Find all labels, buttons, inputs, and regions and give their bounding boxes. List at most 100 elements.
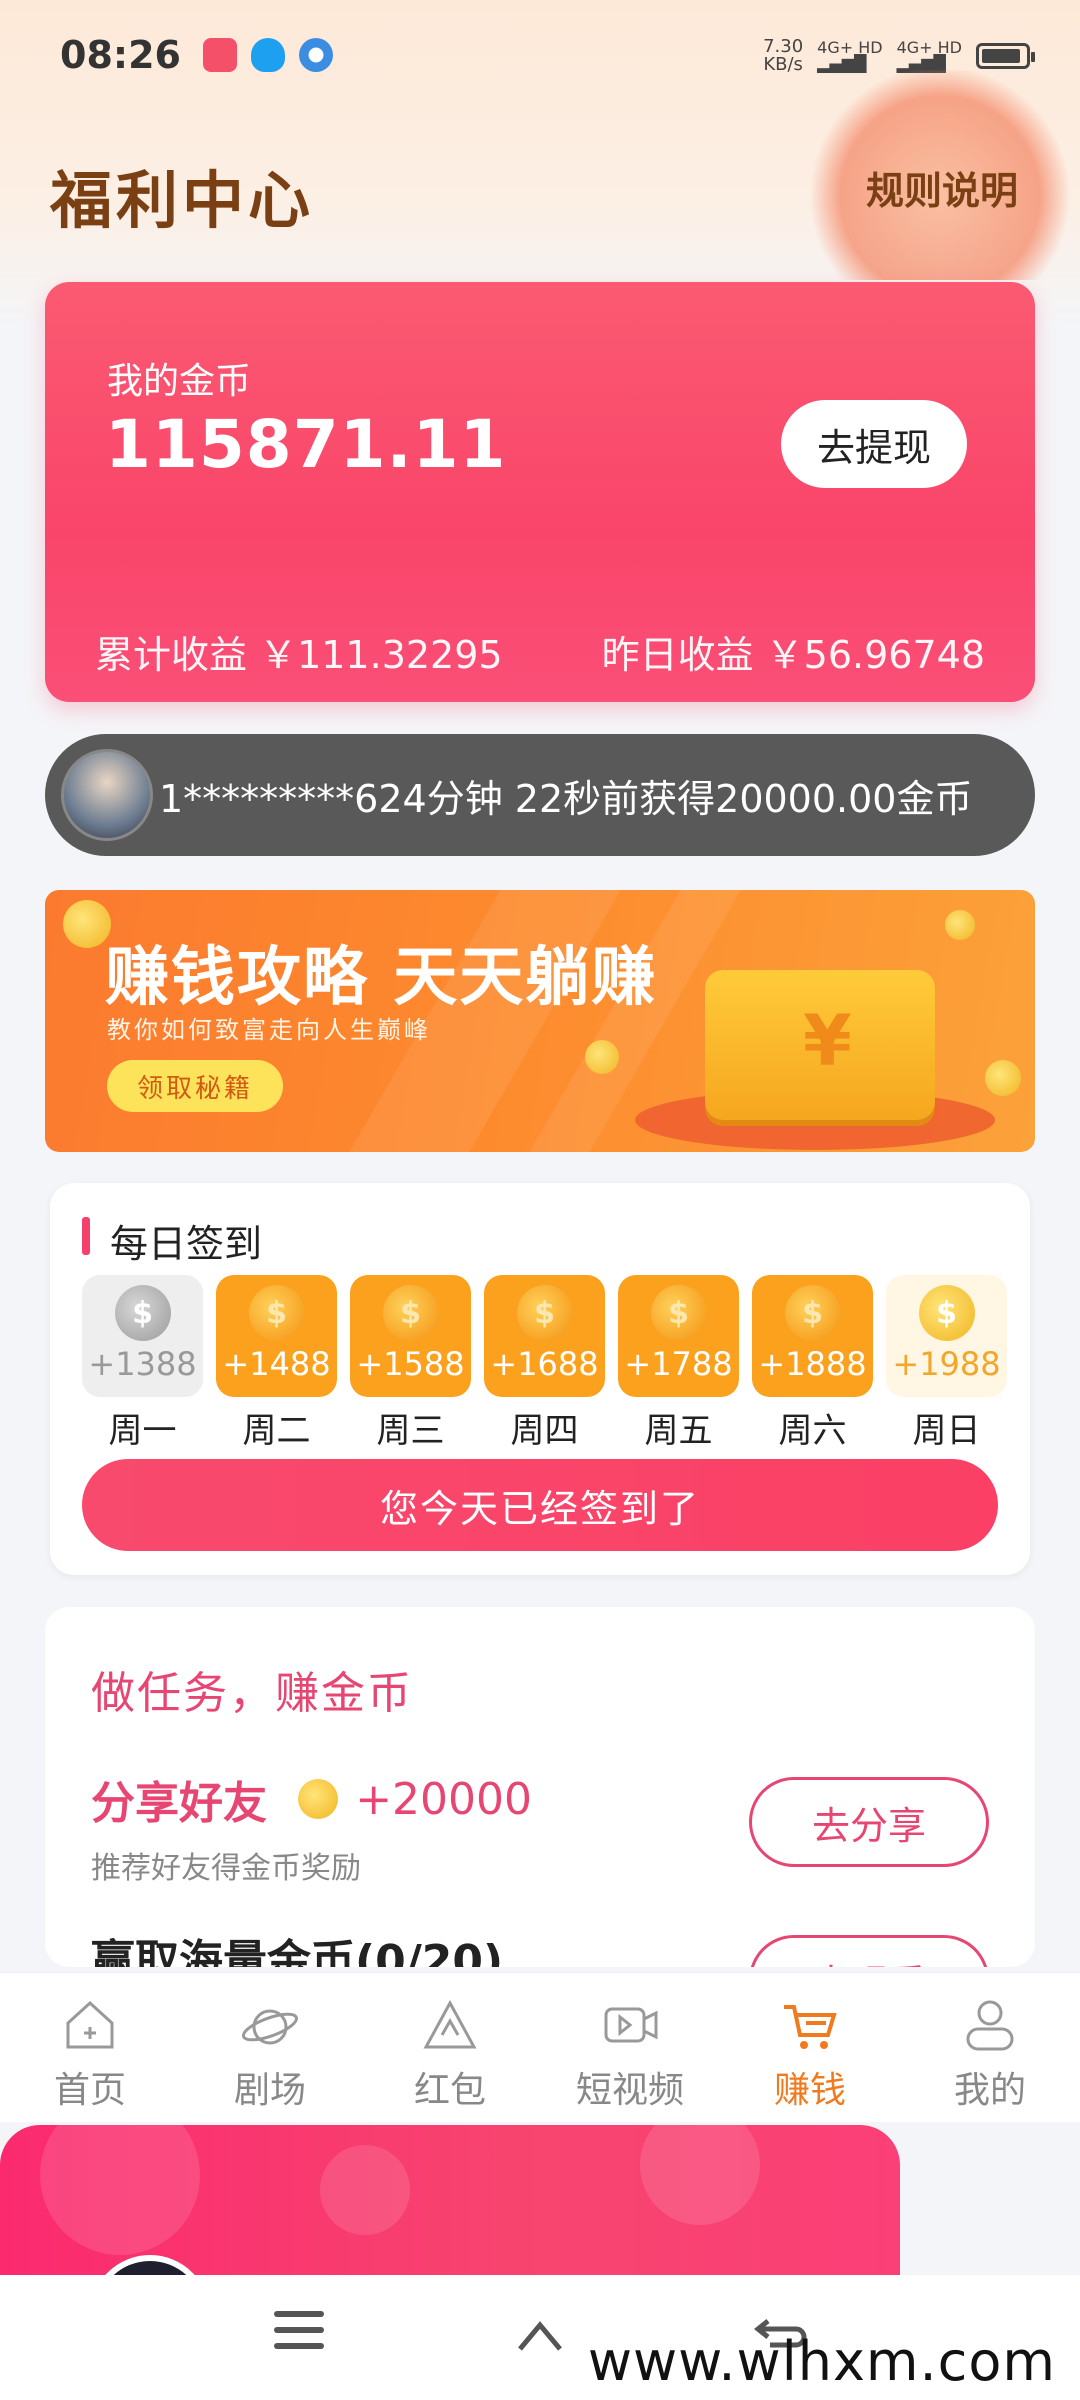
coin-icon: $: [114, 1285, 171, 1341]
earnings-ticker: 1*********624分钟 22秒前获得20000.00金币: [45, 734, 1035, 856]
withdraw-button[interactable]: 去提现: [781, 400, 967, 488]
coin-icon: [945, 910, 975, 940]
yen-symbol: ¥: [803, 1000, 852, 1082]
signal-2-label: 4G+ HD: [896, 38, 962, 57]
signal-1-icon: 4G+ HD ▂▄▆█: [817, 38, 883, 73]
net-speed: 7.30 KB/s: [763, 38, 803, 74]
avatar: [61, 749, 153, 841]
checkin-day[interactable]: $ +1788 周五: [618, 1275, 739, 1452]
checkin-day[interactable]: $ +1988 周日: [886, 1275, 1007, 1452]
tab-label: 我的: [953, 2070, 1026, 2111]
tab-theater[interactable]: 剧场: [180, 1973, 360, 2122]
tab-earn[interactable]: 赚钱: [720, 1973, 900, 2122]
coin-icon: $: [382, 1285, 439, 1341]
checkin-days: $ +1388 周一 $ +1488 周二 $ +1588 周三 $ +1688: [82, 1275, 1007, 1452]
checkin-button[interactable]: 您今天已经签到了: [82, 1459, 998, 1551]
day-box: $ +1588: [350, 1275, 471, 1397]
task-share-description: 推荐好友得金币奖励: [91, 1851, 361, 1886]
task-heading: 做任务，赚金币: [91, 1668, 413, 1719]
net-speed-unit: KB/s: [763, 54, 803, 75]
bottom-tab-bar: 首页 剧场 红包 短视频 赚钱 我的: [0, 1972, 1080, 2122]
watermark: www.wlhxm.com: [587, 2330, 1056, 2393]
day-box: $ +1388: [82, 1275, 203, 1397]
signal-1-label: 4G+ HD: [817, 38, 883, 57]
wallet-icon: ¥: [705, 970, 935, 1120]
day-amount: +1588: [356, 1345, 465, 1383]
task-share-name: 分享好友: [91, 1778, 267, 1829]
day-box: $ +1488: [216, 1275, 337, 1397]
popup-text: 广扬逻达: [285, 2259, 525, 2275]
coin-label: 我的金币: [107, 361, 252, 402]
theater-icon: [242, 2009, 298, 2045]
tab-red-packet[interactable]: 红包: [360, 1973, 540, 2122]
day-name: 周一: [108, 1411, 177, 1451]
banner-subtitle: 教你如何致富走向人生巅峰: [107, 1016, 431, 1044]
rules-link[interactable]: 规则说明: [866, 160, 1018, 215]
task-share-reward: +20000: [355, 1773, 533, 1825]
coin-icon: $: [516, 1285, 573, 1341]
coin-icon: $: [248, 1285, 305, 1341]
banner-button[interactable]: 领取秘籍: [107, 1060, 283, 1112]
coin-icon: [985, 1060, 1021, 1096]
day-amount: +1988: [892, 1345, 1001, 1383]
checkin-title: 每日签到: [82, 1213, 262, 1268]
coin-icon: $: [918, 1285, 975, 1341]
status-time: 08:26: [60, 33, 181, 77]
daily-checkin-card: 每日签到 $ +1388 周一 $ +1488 周二 $ +1588 周三 $: [50, 1183, 1030, 1575]
day-name: 周日: [912, 1411, 981, 1451]
signal-2-icon: 4G+ HD ▂▄▆█: [896, 38, 962, 73]
checkin-day[interactable]: $ +1488 周二: [216, 1275, 337, 1452]
menu-icon[interactable]: [274, 2311, 324, 2359]
tab-label: 短视频: [575, 2070, 684, 2111]
coin-icon: [63, 900, 111, 948]
checkin-day[interactable]: $ +1888 周六: [752, 1275, 873, 1452]
page-title: 福利中心: [50, 164, 315, 237]
checkin-day[interactable]: $ +1388 周一: [82, 1275, 203, 1452]
coin-balance-card: 我的金币 115871.11 去提现 累计收益 ￥111.32295 昨日收益 …: [45, 282, 1035, 702]
day-name: 周三: [376, 1411, 445, 1451]
day-box: $ +1888: [752, 1275, 873, 1397]
home-icon: [66, 2000, 114, 2049]
share-button[interactable]: 去分享: [749, 1777, 989, 1867]
coin-icon: $: [784, 1285, 841, 1341]
tab-home[interactable]: 首页: [0, 1973, 180, 2122]
day-box: $ +1788: [618, 1275, 739, 1397]
banner-title: 赚钱攻略 天天躺赚: [105, 941, 658, 1015]
day-name: 周二: [242, 1411, 311, 1451]
coin-value: 115871.11: [105, 406, 507, 483]
red-packet-icon: [423, 1999, 477, 2049]
checkin-day[interactable]: $ +1588 周三: [350, 1275, 471, 1452]
tab-label: 剧场: [233, 2070, 306, 2111]
checkin-day[interactable]: $ +1688 周四: [484, 1275, 605, 1452]
day-name: 周五: [644, 1411, 713, 1451]
short-video-icon: [604, 2007, 658, 2043]
app-notification-icon: [202, 38, 237, 72]
home-nav-icon[interactable]: [510, 2315, 570, 2355]
tab-label: 红包: [413, 2070, 486, 2111]
tab-label: 首页: [53, 2070, 126, 2111]
tab-profile[interactable]: 我的: [900, 1973, 1080, 2122]
tab-label: 赚钱: [773, 2070, 846, 2111]
day-amount: +1688: [490, 1345, 599, 1383]
avatar: [90, 2255, 210, 2275]
popup-bubble: [640, 2125, 760, 2225]
yesterday-earnings: 昨日收益 ￥56.96748: [601, 633, 985, 677]
earnings-row: 累计收益 ￥111.32295 昨日收益 ￥56.96748: [95, 624, 985, 679]
total-earnings: 累计收益 ￥111.32295: [95, 633, 503, 677]
qq-notification-icon: [250, 38, 285, 72]
watch-button[interactable]: 去观看: [749, 1935, 989, 1967]
clover-notification-icon: [298, 38, 333, 72]
status-indicators: 7.30 KB/s 4G+ HD ▂▄▆█ 4G+ HD ▂▄▆█: [763, 38, 1035, 74]
popup-bubble: [320, 2145, 410, 2235]
profile-icon: [966, 2000, 1014, 2051]
day-amount: +1788: [624, 1345, 733, 1383]
day-amount: +1888: [758, 1345, 867, 1383]
day-amount: +1488: [222, 1345, 331, 1383]
tab-short-video[interactable]: 短视频: [540, 1973, 720, 2122]
promo-popup[interactable]: 广扬逻达: [0, 2125, 900, 2275]
task-watch-name: 赢取海量金币(0/20): [91, 1936, 504, 1967]
day-amount: +1388: [88, 1345, 197, 1383]
popup-bubble: [40, 2125, 200, 2255]
ticker-text: 1*********624分钟 22秒前获得20000.00金币: [159, 776, 973, 821]
promo-banner[interactable]: ¥ 赚钱攻略 天天躺赚 教你如何致富走向人生巅峰 领取秘籍: [45, 890, 1035, 1152]
